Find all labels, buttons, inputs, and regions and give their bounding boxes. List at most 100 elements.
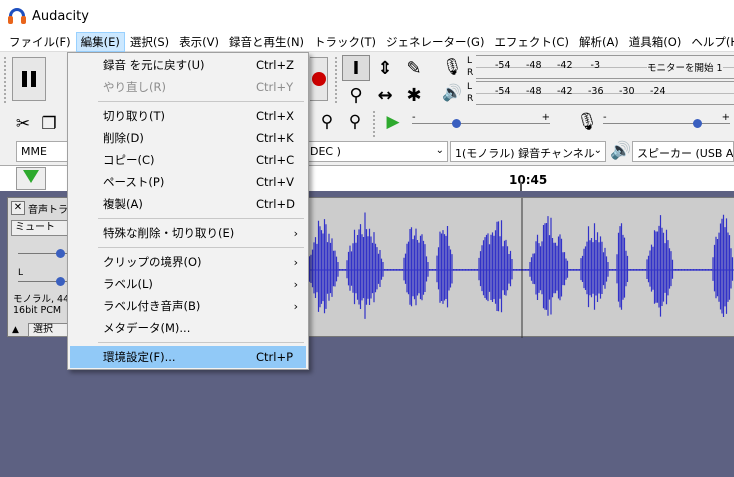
tools-toolbar: I ⇕ ✎ ⚲ ↔ ✱ xyxy=(342,55,430,107)
menu-analyze[interactable]: 解析(A) xyxy=(574,32,624,52)
gain-slider[interactable] xyxy=(18,249,68,258)
meter-left-label: L xyxy=(467,82,473,92)
playback-device-select[interactable]: スピーカー (USB Audi xyxy=(632,141,734,162)
chevron-down-icon: ⌄ xyxy=(435,145,444,156)
record-icon xyxy=(312,72,326,86)
track-format-info: モノラル, 44 16bit PCM xyxy=(13,294,70,316)
recording-channels-select[interactable]: 1(モノラル) 録音チャンネル ⌄ xyxy=(450,141,606,162)
microphone-icon[interactable]: 🎙 xyxy=(442,57,462,76)
waveform xyxy=(308,198,734,338)
meter-left-label: L xyxy=(467,56,473,66)
audio-host-select[interactable]: MME xyxy=(16,141,72,162)
window-title: Audacity xyxy=(32,8,89,24)
chevron-right-icon: › xyxy=(293,255,298,269)
menu-item-redo[interactable]: やり直し(R) Ctrl+Y xyxy=(70,76,306,98)
chevron-right-icon: › xyxy=(293,277,298,291)
menu-effect[interactable]: エフェクト(C) xyxy=(489,32,574,52)
edit-dropdown-menu: 録音 を元に戻す(U) Ctrl+Z やり直し(R) Ctrl+Y 切り取り(T) C… xyxy=(67,52,309,370)
menu-file[interactable]: ファイル(F) xyxy=(4,32,76,52)
chevron-right-icon: › xyxy=(293,226,298,240)
zoom-fit-icon[interactable]: ⚲ xyxy=(342,109,368,135)
copy-icon[interactable]: ❐ xyxy=(36,111,62,137)
pause-button[interactable] xyxy=(12,57,46,101)
menu-item-delete[interactable]: 削除(D) Ctrl+K xyxy=(70,127,306,149)
play-at-speed-icon[interactable]: ▶ xyxy=(380,109,406,135)
selection-tool-icon[interactable]: I xyxy=(342,55,370,81)
menu-separator xyxy=(98,218,304,219)
menu-item-copy[interactable]: コピー(C) Ctrl+C xyxy=(70,149,306,171)
track-name-menu[interactable]: 音声トラ xyxy=(28,201,68,216)
time-shift-tool-icon[interactable]: ↔ xyxy=(371,82,399,108)
pan-slider[interactable]: L xyxy=(18,268,68,286)
slider-max-label: + xyxy=(541,112,550,123)
edit-toolbar: ✂ ❐ xyxy=(10,109,62,139)
speaker-icon: 🔊 xyxy=(610,141,632,161)
slider-knob[interactable] xyxy=(56,277,65,286)
recording-device-select[interactable]: DEC ) ⌄ xyxy=(305,141,448,162)
menu-help[interactable]: ヘルプ(H) xyxy=(686,32,734,52)
record-button[interactable] xyxy=(310,57,328,101)
monitor-start-hint: モニターを開始 1 xyxy=(647,60,723,74)
zoom-selection-icon[interactable]: ⚲ xyxy=(314,109,340,135)
menu-generate[interactable]: ジェネレーター(G) xyxy=(381,32,489,52)
pan-left-label: L xyxy=(18,268,24,278)
menu-item-preferences[interactable]: 環境設定(F)... Ctrl+P xyxy=(70,346,306,368)
slider-knob[interactable] xyxy=(56,249,65,258)
record-volume-slider[interactable]: - + xyxy=(603,112,730,128)
play-speed-slider[interactable]: - + xyxy=(412,112,550,128)
menu-item-labeled-audio[interactable]: ラベル付き音声(B) › xyxy=(70,295,306,317)
play-head-icon[interactable] xyxy=(23,170,39,183)
mic-volume-icon: 🎙 xyxy=(576,112,598,132)
menu-item-clip-boundaries[interactable]: クリップの境界(O) › xyxy=(70,251,306,273)
slider-knob[interactable] xyxy=(452,119,461,128)
zoom-tool-icon[interactable]: ⚲ xyxy=(342,82,370,108)
waveform-view[interactable] xyxy=(308,197,734,338)
envelope-tool-icon[interactable]: ⇕ xyxy=(371,55,399,81)
meter-tick: -36 xyxy=(588,86,604,97)
menu-bar: ファイル(F) 編集(E) 選択(S) 表示(V) 録音と再生(N) トラック(… xyxy=(0,31,734,52)
menu-transport[interactable]: 録音と再生(N) xyxy=(224,32,309,52)
menu-view[interactable]: 表示(V) xyxy=(174,32,224,52)
meter-tick: -30 xyxy=(619,86,635,97)
menu-tracks[interactable]: トラック(T) xyxy=(309,32,381,52)
playback-meter[interactable]: L R -54 -48 -42 -36 -30 -24 xyxy=(467,80,734,106)
meter-tick: -3 xyxy=(590,60,600,71)
toolbar-grip[interactable] xyxy=(4,57,10,103)
track-close-button[interactable]: ✕ xyxy=(11,201,25,215)
meter-tick: -48 xyxy=(526,86,542,97)
cut-icon[interactable]: ✂ xyxy=(10,111,36,137)
pause-icon xyxy=(22,71,36,87)
menu-item-labels[interactable]: ラベル(L) › xyxy=(70,273,306,295)
timeline-tick-label: 10:45 xyxy=(509,173,548,187)
slider-knob[interactable] xyxy=(693,119,702,128)
mute-button[interactable]: ミュート xyxy=(11,220,71,236)
menu-tools[interactable]: 道具箱(O) xyxy=(624,32,687,52)
toolbar-grip[interactable] xyxy=(373,111,379,137)
speaker-icon[interactable]: 🔊 xyxy=(442,83,462,102)
menu-separator xyxy=(98,101,304,102)
chevron-down-icon: ⌄ xyxy=(593,145,602,156)
multi-tool-icon[interactable]: ✱ xyxy=(400,82,428,108)
menu-item-cut[interactable]: 切り取り(T) Ctrl+X xyxy=(70,105,306,127)
audacity-logo-icon xyxy=(8,7,26,25)
slider-min-label: - xyxy=(412,112,416,123)
menu-edit[interactable]: 編集(E) xyxy=(75,31,125,52)
menu-item-paste[interactable]: ペースト(P) Ctrl+V xyxy=(70,171,306,193)
toolbar-grip[interactable] xyxy=(335,57,341,103)
meter-right-label: R xyxy=(467,94,474,104)
menu-separator xyxy=(98,342,304,343)
menu-item-undo[interactable]: 録音 を元に戻す(U) Ctrl+Z xyxy=(70,54,306,76)
title-bar: Audacity xyxy=(0,0,734,32)
menu-item-metadata[interactable]: メタデータ(M)... xyxy=(70,317,306,339)
meter-tick: -42 xyxy=(557,60,573,71)
chevron-right-icon: › xyxy=(293,299,298,313)
menu-item-duplicate[interactable]: 複製(A) Ctrl+D xyxy=(70,193,306,215)
meter-tick: -54 xyxy=(495,86,511,97)
record-meter[interactable]: L R -54 -48 -42 -3 モニターを開始 1 xyxy=(467,54,734,80)
draw-tool-icon[interactable]: ✎ xyxy=(400,55,428,81)
menu-item-remove-special[interactable]: 特殊な削除・切り取り(E) › xyxy=(70,222,306,244)
slider-max-label: + xyxy=(721,112,730,123)
collapse-icon[interactable]: ▲ xyxy=(12,325,19,335)
menu-separator xyxy=(98,247,304,248)
menu-select[interactable]: 選択(S) xyxy=(125,32,174,52)
